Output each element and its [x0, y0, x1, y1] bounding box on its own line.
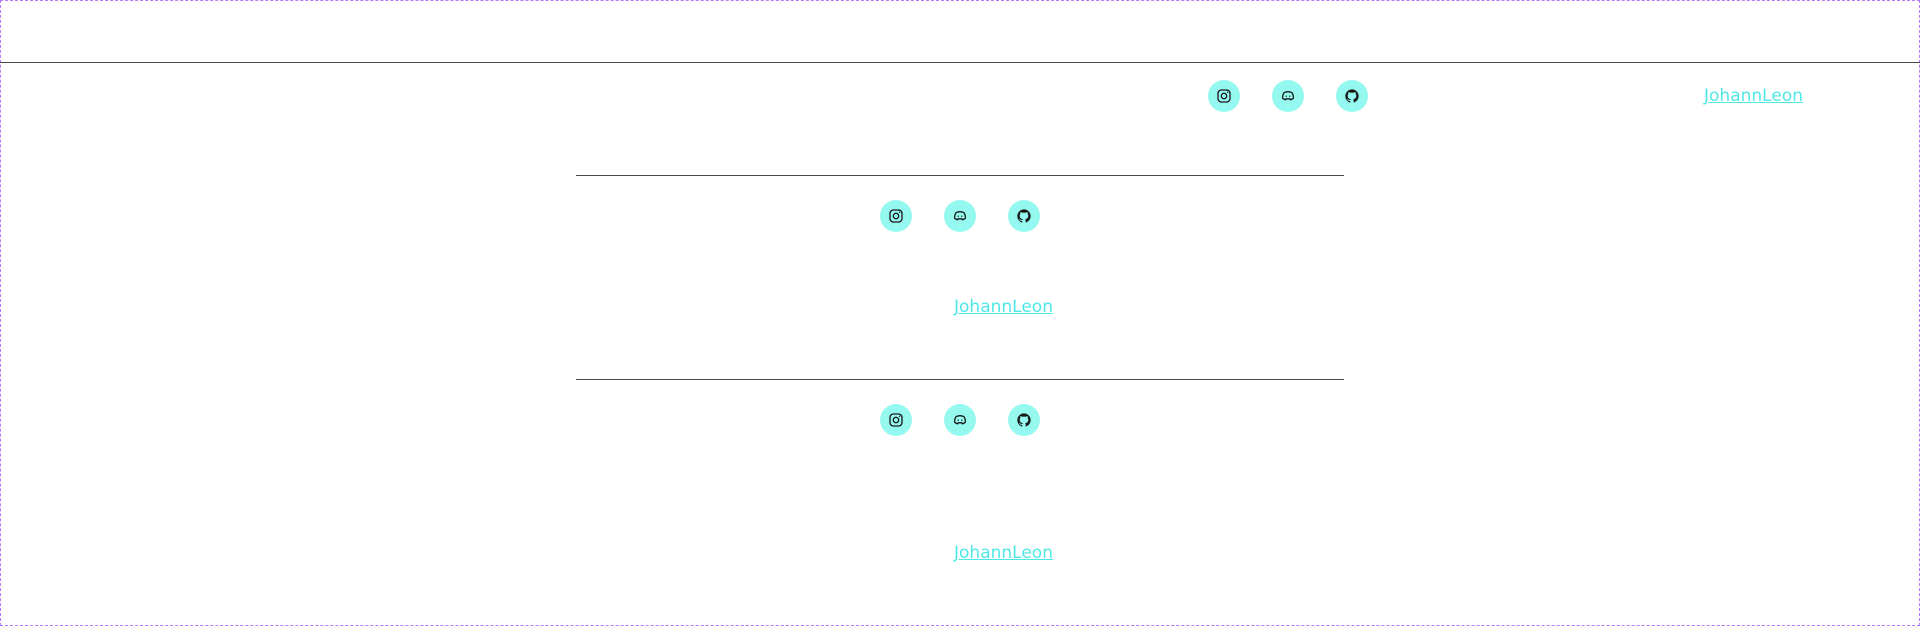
section-divider — [576, 175, 1344, 176]
github-icon — [1345, 89, 1359, 103]
instagram-icon-button[interactable] — [880, 404, 912, 436]
discord-icon — [1281, 91, 1295, 101]
section-divider — [576, 379, 1344, 380]
instagram-icon — [1217, 89, 1231, 103]
top-divider — [0, 62, 1920, 63]
instagram-icon — [889, 209, 903, 223]
discord-icon-button[interactable] — [1272, 80, 1304, 112]
author-link[interactable]: JohannLeon — [1704, 86, 1803, 106]
instagram-icon-button[interactable] — [880, 200, 912, 232]
author-link[interactable]: JohannLeon — [954, 297, 1053, 317]
author-link[interactable]: JohannLeon — [954, 543, 1053, 563]
github-icon-button[interactable] — [1336, 80, 1368, 112]
github-icon-button[interactable] — [1008, 200, 1040, 232]
discord-icon — [953, 415, 967, 425]
github-icon-button[interactable] — [1008, 404, 1040, 436]
discord-icon-button[interactable] — [944, 404, 976, 436]
github-icon — [1017, 209, 1031, 223]
discord-icon — [953, 211, 967, 221]
discord-icon-button[interactable] — [944, 200, 976, 232]
instagram-icon-button[interactable] — [1208, 80, 1240, 112]
github-icon — [1017, 413, 1031, 427]
instagram-icon — [889, 413, 903, 427]
